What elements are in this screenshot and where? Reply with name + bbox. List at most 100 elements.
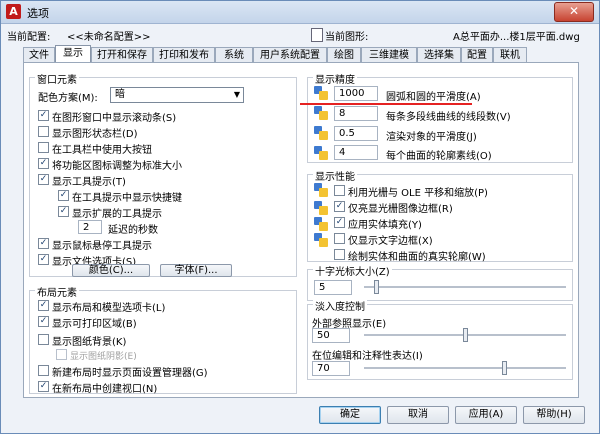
options-dialog: A 选项 ✕ 当前配置: <<未命名配置>> 当前图形: A总平面办...楼1层… [0,0,600,434]
tab-drafting[interactable]: 绘图 [327,47,361,62]
shortcut-keys-label: 在工具提示中显示快捷键 [72,193,182,204]
display-performance-group: 显示性能 利用光栅与 OLE 平移和缩放(P) ✓ 仅亮显光栅图像边框(R) ✓… [307,168,573,263]
slider-thumb[interactable] [502,361,507,375]
crosshair-size-input[interactable]: 5 [314,280,352,295]
current-config-value: <<未命名配置>> [67,32,151,43]
display-resolution-title: 显示精度 [313,71,357,86]
printable-area-checkbox[interactable]: ✓ [38,316,49,327]
text-frame-icon [314,233,328,247]
tab-3d-modeling[interactable]: 三维建模 [361,47,417,62]
page-setup-manager-label: 新建布局时显示页面设置管理器(G) [52,368,208,379]
display-performance-title: 显示性能 [313,168,357,183]
pan-zoom-label: 利用光栅与 OLE 平移和缩放(P) [348,188,488,199]
raster-frame-label: 仅亮显光栅图像边框(R) [348,204,453,215]
arc-smoothness-input[interactable]: 1000 [334,86,378,101]
current-drawing-value: A总平面办...楼1层平面.dwg [453,32,580,43]
silhouettes-label: 绘制实体和曲面的真实轮廓(W) [348,252,486,263]
tooltips-checkbox[interactable]: ✓ [38,174,49,185]
window-elements-title: 窗口元素 [35,71,79,86]
pan-zoom-checkbox[interactable] [334,185,345,196]
solid-fill-label: 应用实体填充(Y) [348,220,422,231]
autocad-logo-icon: A [6,4,21,19]
color-scheme-select[interactable]: 暗 ▼ [110,87,244,103]
tooltips-label: 显示工具提示(T) [52,177,126,188]
large-buttons-label: 在工具栏中使用大按钮 [52,145,152,156]
close-button[interactable]: ✕ [554,2,594,22]
tab-plot-publish[interactable]: 打印和发布 [153,47,215,62]
slider-thumb[interactable] [463,328,468,342]
scrollbars-checkbox[interactable]: ✓ [38,110,49,121]
crosshair-size-group: 十字光标大小(Z) 5 [307,263,573,301]
window-title: 选项 [27,7,49,20]
layout-model-tabs-checkbox[interactable]: ✓ [38,300,49,311]
tab-selection[interactable]: 选择集 [417,47,461,62]
delay-seconds-input[interactable]: 2 [78,220,102,234]
layout-model-tabs-label: 显示布局和模型选项卡(L) [52,303,166,314]
printable-area-label: 显示可打印区域(B) [52,319,137,330]
arc-smoothness-icon [314,86,328,100]
silhouettes-checkbox[interactable] [334,249,345,260]
chevron-down-icon: ▼ [233,90,240,99]
tab-online[interactable]: 联机 [493,47,527,62]
tab-display[interactable]: 显示 [55,45,91,63]
arc-smoothness-label: 圆弧和圆的平滑度(A) [386,92,481,103]
create-viewport-label: 在新布局中创建视口(N) [52,384,158,395]
polyline-segments-input[interactable]: 8 [334,106,378,121]
shortcut-keys-checkbox[interactable]: ✓ [58,190,69,201]
paper-shadow-label: 显示图纸阴影(E) [70,352,137,362]
xref-fade-input[interactable]: 50 [312,328,350,343]
layout-elements-title: 布局元素 [35,284,79,299]
tab-open-save[interactable]: 打开和保存 [91,47,153,62]
pan-zoom-icon [314,183,328,197]
annotation-underline-arc [300,103,472,105]
color-scheme-value: 暗 [115,89,125,100]
extended-tooltips-checkbox[interactable]: ✓ [58,206,69,217]
display-tab-panel: 窗口元素 配色方案(M): 暗 ▼ ✓ 在图形窗口中显示滚动条(S) 显示图形状… [23,62,579,398]
raster-frame-checkbox[interactable]: ✓ [334,201,345,212]
current-config-label: 当前配置: [7,32,51,43]
cancel-button[interactable]: 取消 [387,406,449,424]
extended-tooltips-label: 显示扩展的工具提示 [72,209,162,220]
polyline-segments-label: 每条多段线曲线的线段数(V) [386,112,511,123]
tab-system[interactable]: 系统 [215,47,253,62]
contour-lines-input[interactable]: 4 [334,145,378,160]
colors-button[interactable]: 颜色(C)... [72,264,150,277]
tab-user-preferences[interactable]: 用户系统配置 [253,47,327,62]
paper-shadow-checkbox[interactable] [56,349,67,360]
contour-lines-label: 每个曲面的轮廓素线(O) [386,151,492,162]
inplace-fade-input[interactable]: 70 [312,361,350,376]
current-drawing-icon [311,28,323,42]
solid-fill-checkbox[interactable]: ✓ [334,217,345,228]
status-bar-checkbox[interactable] [38,126,49,137]
solid-fill-icon [314,217,328,231]
render-smoothness-label: 渲染对象的平滑度(J) [386,132,477,143]
xref-fade-slider[interactable] [364,328,566,342]
fonts-button[interactable]: 字体(F)... [160,264,232,277]
ribbon-icons-checkbox[interactable]: ✓ [38,158,49,169]
ribbon-icons-label: 将功能区图标调整为标准大小 [52,161,182,172]
display-resolution-group: 显示精度 1000 圆弧和圆的平滑度(A) 8 每条多段线曲线的线段数(V) 0… [307,71,573,163]
crosshair-size-slider[interactable] [364,280,566,294]
render-smoothness-icon [314,126,328,140]
file-tabs-checkbox[interactable]: ✓ [38,254,49,265]
tab-files[interactable]: 文件 [23,47,55,62]
help-button[interactable]: 帮助(H) [523,406,585,424]
config-bar: 当前配置: <<未命名配置>> 当前图形: A总平面办...楼1层平面.dwg [1,24,599,44]
page-setup-manager-checkbox[interactable] [38,365,49,376]
text-frame-checkbox[interactable] [334,233,345,244]
paper-background-checkbox[interactable] [38,334,49,345]
paper-background-label: 显示图纸背景(K) [52,337,127,348]
apply-button[interactable]: 应用(A) [455,406,517,424]
current-drawing-label: 当前图形: [325,32,369,43]
inplace-fade-slider[interactable] [364,361,566,375]
large-buttons-checkbox[interactable] [38,142,49,153]
ok-button[interactable]: 确定 [319,406,381,424]
slider-thumb[interactable] [374,280,379,294]
title-bar[interactable]: A 选项 ✕ [1,1,599,24]
render-smoothness-input[interactable]: 0.5 [334,126,378,141]
rollover-tooltips-checkbox[interactable]: ✓ [38,238,49,249]
create-viewport-checkbox[interactable]: ✓ [38,381,49,392]
rollover-tooltips-label: 显示鼠标悬停工具提示 [52,241,152,252]
slider-track [364,286,566,288]
tab-profiles[interactable]: 配置 [461,47,493,62]
